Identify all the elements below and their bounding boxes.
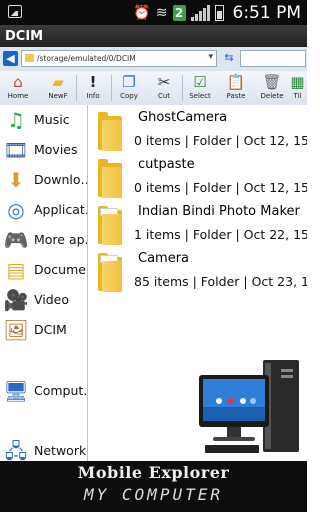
sidebar-item-more-apps[interactable]: 🎮 More ap… — [0, 225, 87, 255]
status-bar: ⏰ ≋ 2 6:51 PM — [0, 0, 307, 25]
sidebar-item-movies[interactable]: 🎞 Movies — [0, 135, 87, 165]
sidebar-item-label: Network — [34, 443, 87, 458]
copy-label: Copy — [120, 92, 138, 100]
tile-icon: ▦ — [290, 73, 305, 91]
sidebar-item-label: Video — [34, 292, 70, 307]
sidebar-item-video[interactable]: 🎥 Video — [0, 285, 87, 315]
new-folder-icon: ▰ — [52, 73, 64, 91]
cut-label: Cut — [157, 92, 171, 100]
clock: 6:51 PM — [232, 2, 302, 23]
video-camera-icon: 🎥 — [3, 288, 29, 312]
sidebar-item-downloads[interactable]: ⬇ Downlo… — [0, 165, 87, 195]
window-title: DCIM — [5, 29, 44, 44]
home-icon: ⌂ — [13, 73, 23, 91]
chevron-down-icon[interactable]: ▾ — [208, 52, 213, 62]
photo-icon: 🖼 — [3, 318, 29, 342]
tile-button[interactable]: ▦ Til — [288, 72, 307, 104]
sidebar-item-label: Docume… — [34, 262, 87, 277]
tile-label: Til — [293, 92, 302, 100]
sidebar-item-computer[interactable]: 🖥 Comput… — [0, 376, 87, 406]
folder-name: cutpaste — [138, 157, 195, 172]
list-item[interactable]: Indian Bindi Photo Maker 1 items | Folde… — [88, 202, 307, 248]
folder-icon — [98, 253, 122, 293]
computer-icon: 🖥 — [3, 379, 29, 403]
paste-label: Paste — [226, 92, 246, 100]
back-arrow-icon: ◀ — [6, 52, 15, 65]
folder-icon — [25, 54, 34, 62]
folder-name: Indian Bindi Photo Maker — [138, 204, 300, 219]
search-input[interactable] — [240, 50, 306, 67]
info-icon: ! — [89, 73, 97, 91]
app-banner: Mobile Explorer MY COMPUTER — [0, 461, 307, 512]
paste-icon: 📋 — [226, 73, 246, 91]
delete-button[interactable]: 🗑 Delete — [256, 72, 288, 104]
copy-icon: ❐ — [122, 73, 136, 91]
folder-meta: 0 items | Folder | Oct 12, 15 — [134, 133, 307, 148]
delete-icon: 🗑 — [262, 73, 282, 91]
sidebar-item-label: Movies — [34, 142, 78, 157]
copy-button[interactable]: ❐ Copy — [113, 72, 145, 104]
folder-name: Camera — [138, 251, 190, 266]
movies-icon: 🎞 — [3, 138, 29, 162]
select-button[interactable]: ☑ Select — [184, 72, 216, 104]
alarm-icon: ⏰ — [133, 4, 151, 21]
notification-badge: 2 — [172, 4, 186, 21]
sidebar-item-label: More ap… — [34, 232, 87, 247]
info-label: Info — [86, 92, 100, 100]
folder-meta: 1 items | Folder | Oct 22, 15 — [134, 227, 307, 242]
folder-icon — [98, 112, 122, 152]
battery-icon — [214, 4, 224, 21]
download-icon: ⬇ — [7, 168, 25, 192]
sidebar-item-applications[interactable]: ◎ Applicat… — [0, 195, 87, 225]
info-button[interactable]: ! Info — [77, 72, 109, 104]
sidebar-item-label: Music — [34, 112, 70, 127]
folder-meta: 85 items | Folder | Oct 23, 15 — [134, 274, 307, 289]
list-item[interactable]: GhostCamera 0 items | Folder | Oct 12, 1… — [88, 108, 307, 154]
folder-meta: 0 items | Folder | Oct 12, 15 — [134, 180, 307, 195]
banner-title: Mobile Explorer — [77, 463, 230, 482]
cut-icon: ✂ — [157, 73, 171, 91]
folder-icon — [98, 159, 122, 199]
refresh-icon: ⇆ — [224, 51, 234, 64]
signal-icon — [190, 4, 210, 21]
refresh-button[interactable]: ⇆ — [222, 51, 236, 66]
title-bar: DCIM — [0, 25, 307, 47]
address-bar: ◀ /storage/emulated/0/DCIM ▾ ⇆ — [0, 47, 307, 72]
list-item[interactable]: Camera 85 items | Folder | Oct 23, 15 — [88, 249, 307, 295]
delete-label: Delete — [260, 92, 284, 100]
folder-icon — [98, 206, 122, 246]
cut-button[interactable]: ✂ Cut — [148, 72, 180, 104]
gamepad-icon: 🎮 — [3, 228, 29, 252]
sidebar-item-documents[interactable]: ▤ Docume… — [0, 255, 87, 285]
home-label: Home — [7, 92, 29, 100]
computer-illustration — [199, 360, 299, 453]
sidebar-item-label: DCIM — [34, 322, 67, 337]
new-folder-button[interactable]: ▰ NewF — [42, 72, 74, 104]
paste-button[interactable]: 📋 Paste — [220, 72, 252, 104]
wifi-icon: ≋ — [155, 4, 168, 21]
sidebar-item-label: Comput… — [34, 383, 87, 398]
path-input[interactable]: /storage/emulated/0/DCIM ▾ — [21, 50, 217, 67]
folder-name: GhostCamera — [138, 110, 228, 125]
banner-subtitle: MY COMPUTER — [84, 485, 223, 504]
select-icon: ☑ — [193, 73, 207, 91]
music-icon: ♫ — [7, 108, 25, 132]
applications-icon: ◎ — [7, 198, 25, 222]
select-label: Select — [189, 92, 211, 100]
toolbar: ⌂ Home ▰ NewF ! Info ❐ Copy ✂ Cut ☑ Sele… — [0, 71, 307, 106]
home-button[interactable]: ⌂ Home — [2, 72, 34, 104]
sidebar-item-dcim[interactable]: 🖼 DCIM — [0, 315, 87, 345]
new-folder-label: NewF — [48, 92, 68, 100]
documents-icon: ▤ — [6, 258, 26, 282]
sidebar: ♫ Music 🎞 Movies ⬇ Downlo… ◎ Applicat… 🎮… — [0, 105, 88, 463]
image-icon — [8, 5, 22, 18]
path-text: /storage/emulated/0/DCIM — [37, 54, 136, 63]
sidebar-item-label: Applicat… — [34, 202, 87, 217]
list-item[interactable]: cutpaste 0 items | Folder | Oct 12, 15 — [88, 155, 307, 201]
sidebar-item-label: Downlo… — [34, 172, 87, 187]
back-button[interactable]: ◀ — [3, 51, 18, 66]
sidebar-item-music[interactable]: ♫ Music — [0, 105, 87, 135]
